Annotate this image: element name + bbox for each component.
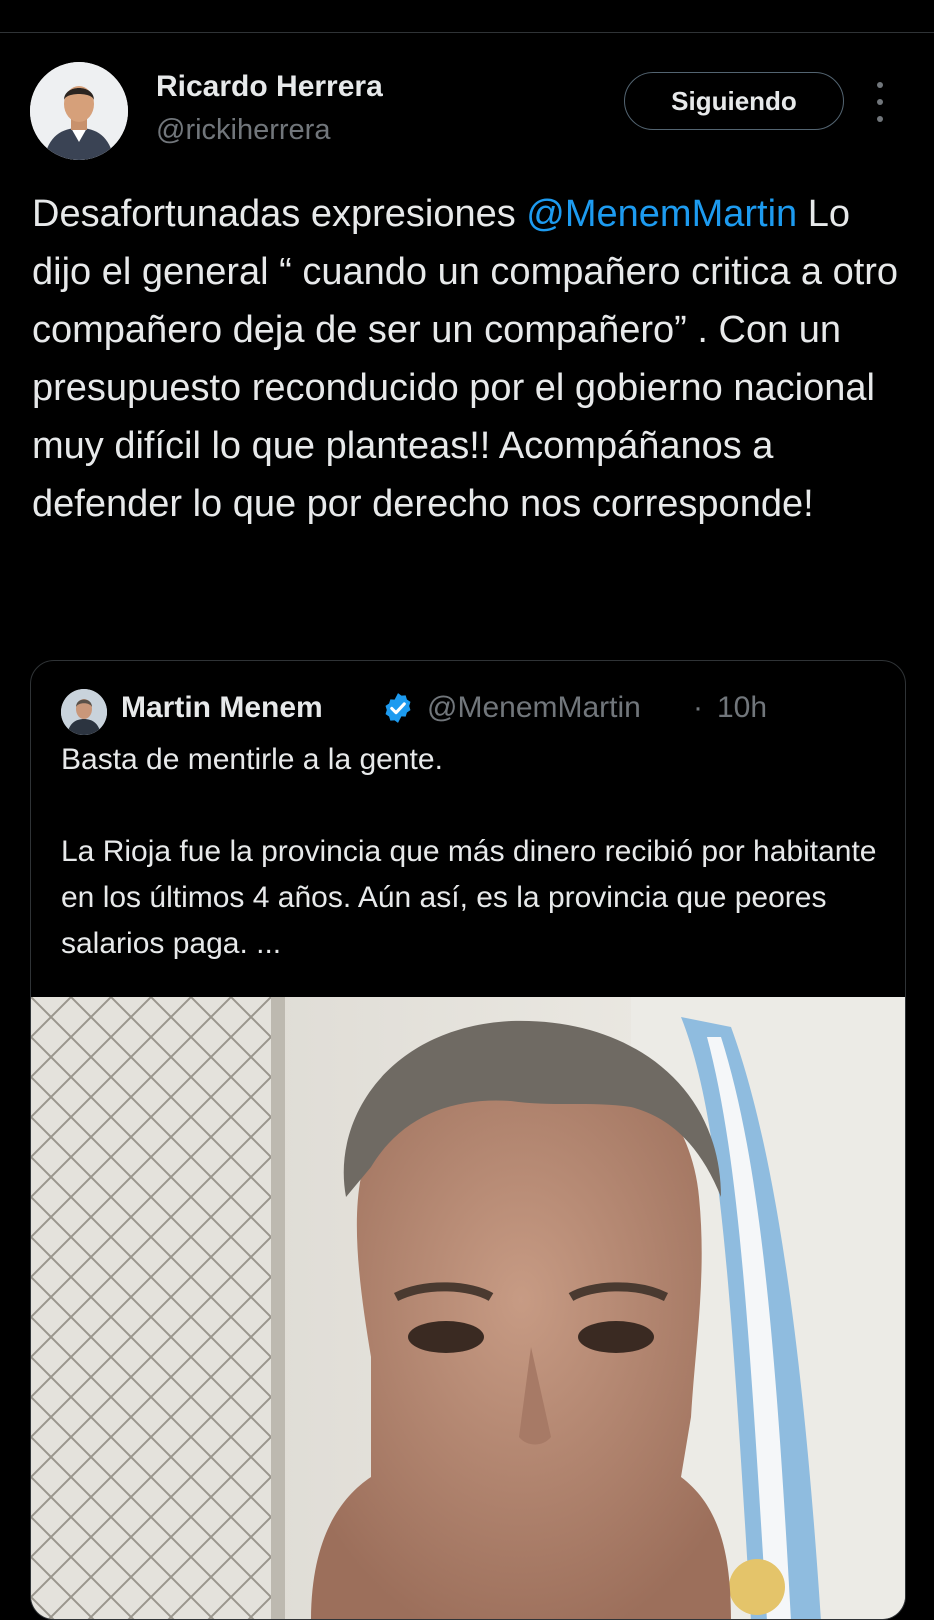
quote-author-handle[interactable]: @MenemMartin (427, 691, 641, 725)
quote-author-name[interactable]: Martin Menem (121, 691, 323, 725)
verified-badge-icon (381, 691, 415, 725)
quote-author-avatar[interactable] (61, 689, 107, 735)
quote-timestamp[interactable]: 10h (717, 691, 767, 725)
tweet-text-intro: Desafortunadas expresiones (32, 193, 527, 235)
mention-link[interactable]: @MenemMartin (526, 193, 797, 235)
tweet-text: Desafortunadas expresiones @MenemMartin … (32, 185, 912, 533)
quoted-tweet-card[interactable]: Martin Menem @MenemMartin · 10h Basta de… (30, 660, 906, 1620)
author-avatar[interactable] (30, 62, 128, 160)
tweet-text-body: Lo dijo el general “ cuando un compañero… (32, 193, 899, 525)
author-handle[interactable]: @rickiherrera (156, 114, 330, 147)
top-divider (0, 32, 934, 33)
author-name[interactable]: Ricardo Herrera (156, 70, 383, 104)
quote-video-thumbnail[interactable] (31, 997, 905, 1619)
quote-text-paragraph: La Rioja fue la provincia que más dinero… (61, 835, 877, 960)
more-vertical-icon[interactable] (868, 82, 892, 122)
following-button[interactable]: Siguiendo (624, 72, 844, 130)
quote-text-line: Basta de mentirle a la gente. (61, 743, 443, 776)
meta-separator: · (693, 691, 703, 724)
